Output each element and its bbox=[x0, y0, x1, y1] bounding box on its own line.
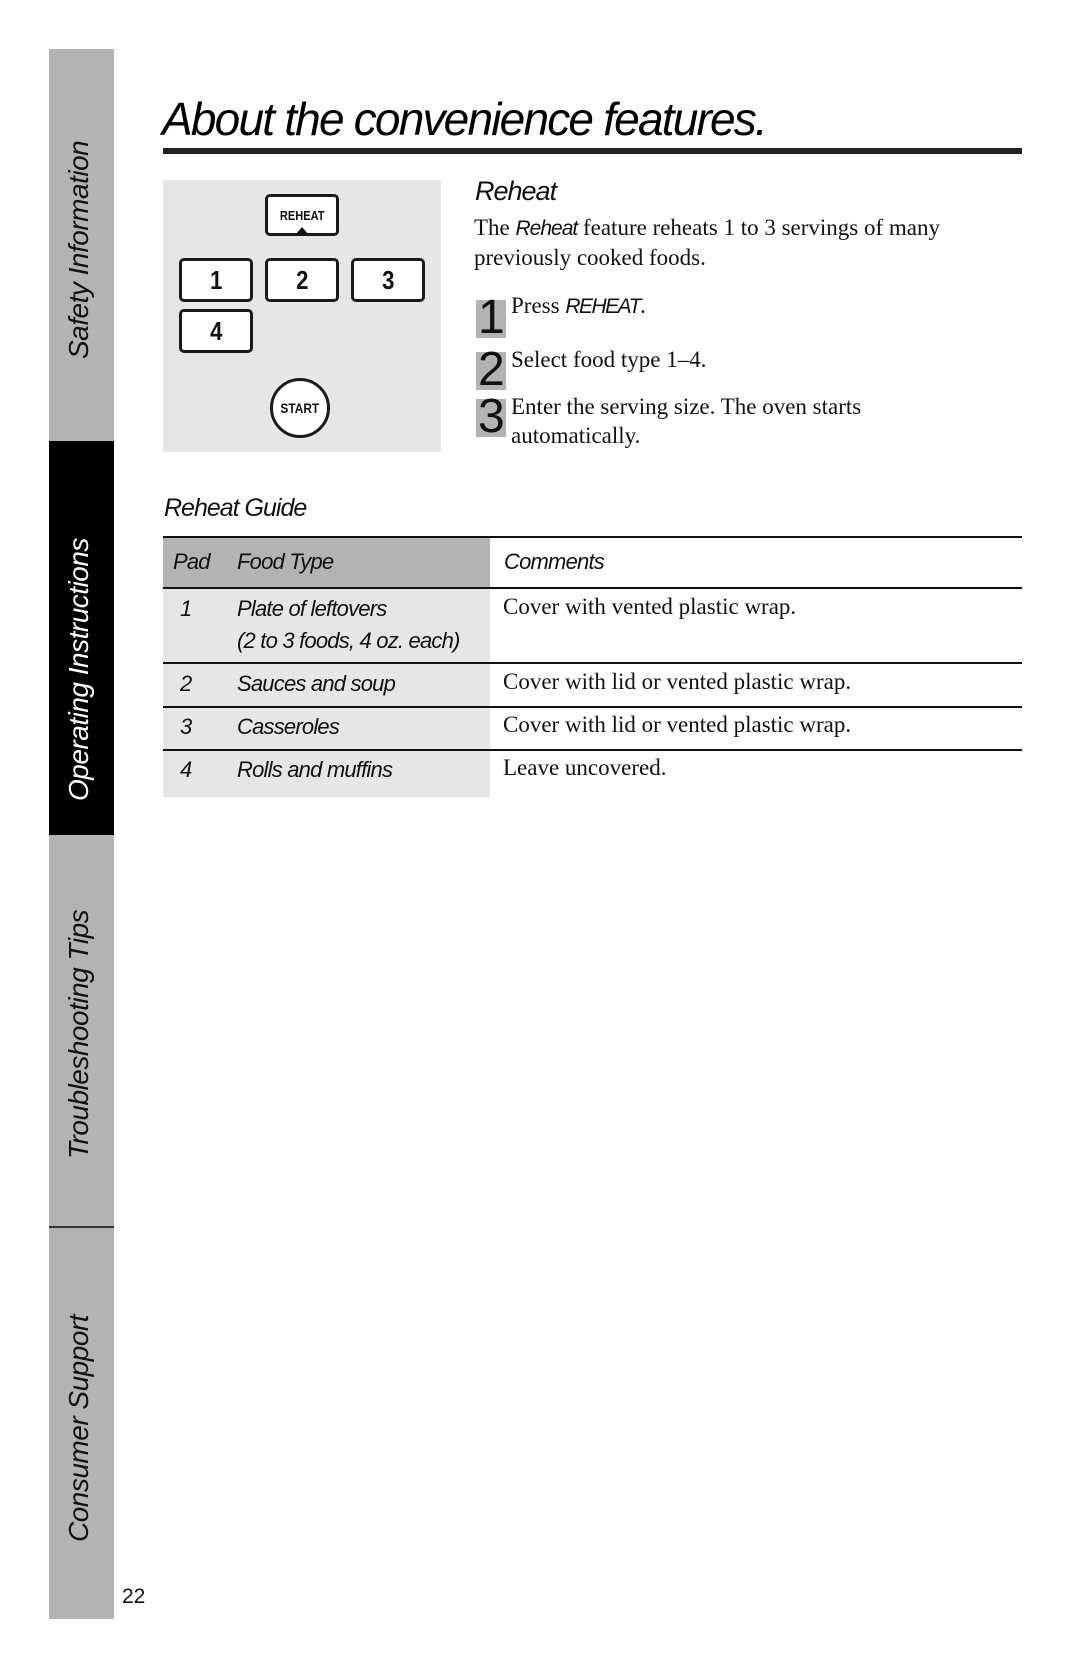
sidebar-item-troubleshooting-tips[interactable]: Troubleshooting Tips bbox=[49, 835, 114, 1227]
reheat-key: REHEAT bbox=[265, 194, 339, 236]
food-type-cell: Casseroles bbox=[237, 714, 340, 739]
food-type-cell: Plate of leftovers bbox=[237, 596, 387, 621]
sidebar-item-label: Consumer Support bbox=[63, 1314, 94, 1542]
title-rule bbox=[163, 148, 1022, 154]
intro-text: The bbox=[474, 215, 516, 240]
page-number: 22 bbox=[122, 1585, 146, 1608]
pad-cell: 3 bbox=[180, 714, 192, 739]
sidebar-item-operating-instructions[interactable]: Operating Instructions bbox=[49, 441, 114, 835]
page-title: About the convenience features. bbox=[162, 93, 768, 145]
step-text-line: Enter the serving size. The oven starts bbox=[511, 394, 862, 419]
step-text-part: Press bbox=[511, 293, 566, 318]
number-key-label: 2 bbox=[295, 264, 309, 295]
number-key-4: 4 bbox=[179, 309, 253, 353]
sidebar-item-label: Safety Information bbox=[63, 140, 94, 359]
step-emphasis: REHEAT bbox=[565, 295, 641, 318]
start-key-label: START bbox=[280, 400, 320, 416]
intro-emphasis: Reheat bbox=[515, 217, 579, 240]
comments-cell: Cover with lid or vented plastic wrap. bbox=[503, 712, 852, 737]
pad-cell: 4 bbox=[180, 757, 192, 782]
step-text-line: automatically. bbox=[511, 423, 641, 448]
step-text-part: . bbox=[639, 293, 646, 318]
number-key-label: 4 bbox=[209, 315, 223, 346]
step-number: 2 bbox=[478, 343, 505, 396]
comments-cell: Cover with vented plastic wrap. bbox=[503, 594, 797, 619]
food-type-cell: Sauces and soup bbox=[237, 671, 396, 696]
number-key-label: 1 bbox=[209, 264, 223, 295]
column-header-comments: Comments bbox=[504, 549, 605, 574]
step-text: Select food type 1–4. bbox=[511, 347, 707, 372]
number-key-3: 3 bbox=[351, 258, 425, 302]
reheat-key-label: REHEAT bbox=[279, 207, 325, 223]
step-number: 3 bbox=[478, 390, 505, 443]
column-header-pad: Pad bbox=[173, 549, 211, 574]
comments-cell: Cover with lid or vented plastic wrap. bbox=[503, 669, 852, 694]
number-key-label: 3 bbox=[381, 264, 395, 295]
intro-paragraph: The Reheat feature reheats 1 to 3 servin… bbox=[474, 213, 1014, 272]
column-header-food-type: Food Type bbox=[237, 549, 334, 574]
comments-cell: Leave uncovered. bbox=[503, 755, 667, 780]
number-key-2: 2 bbox=[265, 258, 339, 302]
sidebar-item-label: Operating Instructions bbox=[63, 538, 94, 801]
guide-title: Reheat Guide bbox=[164, 494, 307, 522]
step-text: Enter the serving size. The oven starts … bbox=[511, 392, 861, 450]
section-sidebar: Safety Information Operating Instruction… bbox=[49, 49, 114, 1619]
step-text: Press REHEAT. bbox=[511, 291, 646, 321]
food-note-cell: (2 to 3 foods, 4 oz. each) bbox=[237, 628, 460, 653]
keypad-illustration: REHEAT 1 2 3 4 START bbox=[163, 180, 441, 452]
number-key-1: 1 bbox=[179, 258, 253, 302]
step-number: 1 bbox=[478, 291, 505, 344]
food-type-cell: Rolls and muffins bbox=[237, 757, 393, 782]
sidebar-item-safety-information[interactable]: Safety Information bbox=[49, 49, 114, 441]
pad-cell: 2 bbox=[180, 671, 192, 696]
sidebar-item-label: Troubleshooting Tips bbox=[63, 909, 94, 1159]
sidebar-item-consumer-support[interactable]: Consumer Support bbox=[49, 1228, 114, 1619]
start-key: START bbox=[270, 378, 330, 438]
section-heading: Reheat bbox=[475, 176, 557, 206]
pad-cell: 1 bbox=[180, 596, 192, 621]
indicator-triangle-icon bbox=[296, 227, 308, 234]
